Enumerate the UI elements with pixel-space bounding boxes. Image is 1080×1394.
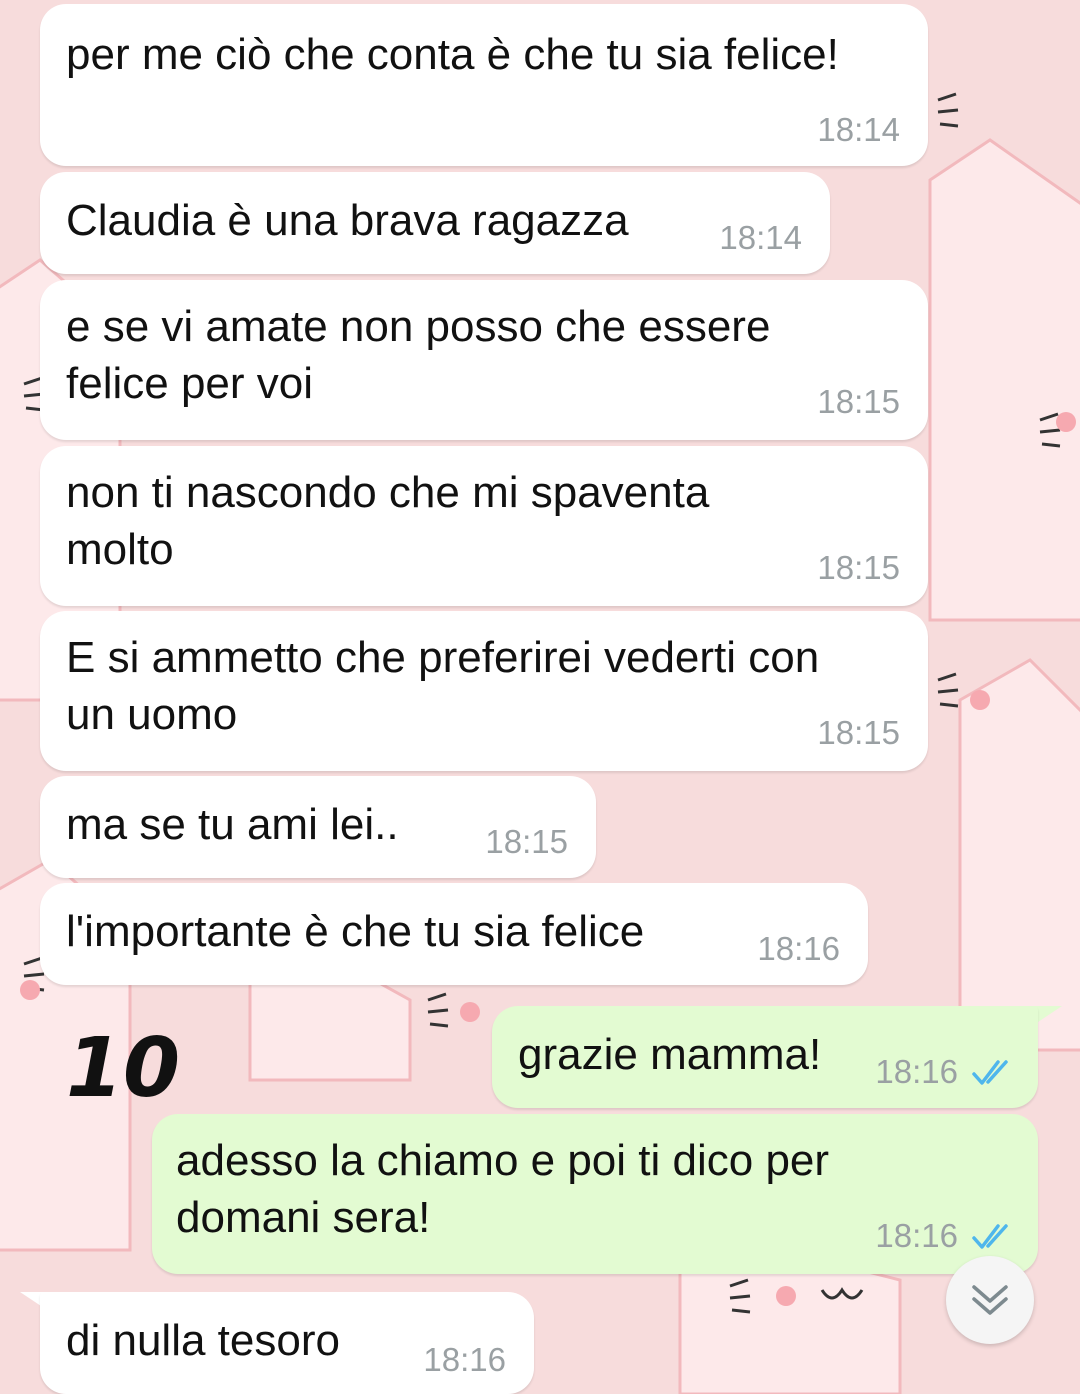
message-text: ma se tu ami lei.. (66, 800, 399, 849)
annotation-text: 10 (66, 1021, 180, 1116)
message-bubble-incoming[interactable]: non ti nascondo che mi spaventa molto 18… (40, 446, 928, 606)
message-timestamp: 18:14 (719, 219, 802, 256)
message-text: adesso la chiamo e poi ti dico per doman… (176, 1136, 830, 1242)
handwritten-annotation: 10 (66, 1021, 180, 1116)
message-timestamp: 18:15 (485, 823, 568, 860)
message-bubble-outgoing[interactable]: grazie mamma! 18:16 (492, 1006, 1038, 1108)
message-text: per me ciò che conta è che tu sia felice… (66, 30, 839, 79)
message-bubble-incoming[interactable]: di nulla tesoro 18:16 (40, 1292, 534, 1394)
message-bubble-incoming[interactable]: E si ammetto che preferirei vederti con … (40, 611, 928, 771)
message-timestamp: 18:16 (423, 1341, 506, 1378)
message-text: grazie mamma! (518, 1030, 822, 1079)
message-bubble-incoming[interactable]: Claudia è una brava ragazza 18:14 (40, 172, 830, 274)
message-bubble-incoming[interactable]: ma se tu ami lei.. 18:15 (40, 776, 596, 878)
message-timestamp: 18:14 (817, 111, 900, 148)
message-bubble-incoming[interactable]: l'importante è che tu sia felice 18:16 (40, 883, 868, 985)
message-text: non ti nascondo che mi spaventa molto (66, 468, 710, 574)
message-text: E si ammetto che preferirei vederti con … (66, 633, 820, 739)
double-check-read-icon (972, 1060, 1008, 1085)
scroll-to-bottom-button[interactable] (946, 1256, 1034, 1344)
message-text: l'importante è che tu sia felice (66, 907, 645, 956)
message-timestamp: 18:15 (817, 714, 900, 751)
message-timestamp: 18:15 (817, 383, 900, 420)
message-timestamp: 18:16 (875, 1217, 958, 1254)
message-bubble-incoming[interactable]: per me ciò che conta è che tu sia felice… (40, 4, 928, 166)
message-text: Claudia è una brava ragazza (66, 196, 629, 245)
message-text: di nulla tesoro (66, 1316, 340, 1365)
message-text: e se vi amate non posso che essere felic… (66, 302, 771, 408)
message-bubble-incoming[interactable]: e se vi amate non posso che essere felic… (40, 280, 928, 440)
message-timestamp: 18:16 (875, 1053, 958, 1090)
message-timestamp: 18:15 (817, 549, 900, 586)
double-chevron-down-icon (972, 1285, 1008, 1315)
message-timestamp: 18:16 (757, 930, 840, 967)
message-bubble-outgoing[interactable]: adesso la chiamo e poi ti dico per doman… (152, 1114, 1038, 1274)
double-check-read-icon (972, 1224, 1008, 1249)
